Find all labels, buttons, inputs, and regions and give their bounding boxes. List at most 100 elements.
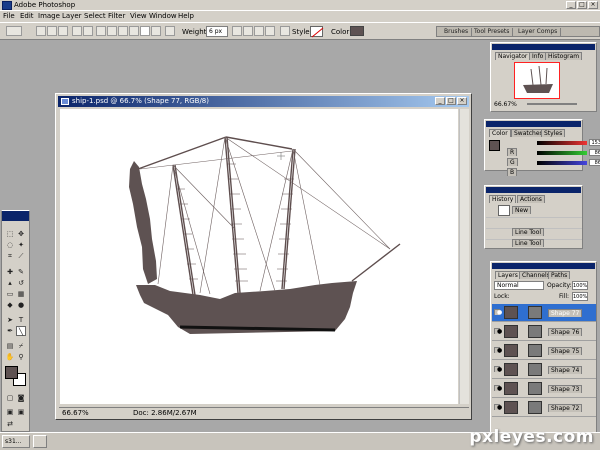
- navigator-thumbnail[interactable]: [514, 62, 560, 99]
- menu-filter[interactable]: Filter: [108, 12, 125, 20]
- freeform-pen-icon[interactable]: [83, 26, 93, 36]
- type-icon[interactable]: T: [16, 315, 26, 325]
- doc-close-button[interactable]: ×: [457, 97, 467, 105]
- channel-b-slider[interactable]: [537, 161, 587, 165]
- custom-shape-icon[interactable]: [151, 26, 161, 36]
- channel-r-slider[interactable]: [537, 141, 587, 145]
- minimize-button[interactable]: _: [566, 1, 576, 9]
- history-item[interactable]: Line Tool: [486, 219, 582, 236]
- tab-histogram[interactable]: Histogram: [545, 52, 583, 60]
- tab-actions[interactable]: Actions: [517, 195, 545, 203]
- tab-layer-comps[interactable]: Layer Comps: [515, 28, 562, 37]
- layer-row[interactable]: ● Shape 76: [492, 323, 596, 341]
- menu-image[interactable]: Image: [38, 12, 60, 20]
- zoom-icon[interactable]: ⚲: [16, 352, 26, 362]
- screen-mode-standard-icon[interactable]: ▣: [5, 407, 15, 417]
- layer-row[interactable]: ● Shape 75: [492, 342, 596, 360]
- combine-add-icon[interactable]: [232, 26, 242, 36]
- tab-color[interactable]: Color: [489, 129, 511, 137]
- shape-layers-icon[interactable]: [36, 26, 46, 36]
- maximize-button[interactable]: □: [577, 1, 587, 9]
- fill-input[interactable]: 100%: [572, 292, 588, 301]
- combine-intersect-icon[interactable]: [254, 26, 264, 36]
- foreground-color-swatch[interactable]: [5, 366, 18, 379]
- opacity-input[interactable]: 100%: [572, 281, 588, 290]
- slice-icon[interactable]: ⟋: [16, 251, 26, 261]
- panel-header[interactable]: [492, 44, 595, 50]
- tab-paths[interactable]: Paths: [548, 271, 571, 279]
- menu-help[interactable]: Help: [178, 12, 194, 20]
- tab-styles[interactable]: Styles: [541, 129, 566, 137]
- doc-maximize-button[interactable]: □: [446, 97, 456, 105]
- layer-row[interactable]: ● Shape 77: [492, 304, 596, 322]
- jump-to-imageready-icon[interactable]: ⇄: [5, 419, 15, 429]
- dodge-icon[interactable]: ●: [16, 300, 26, 310]
- line-tool-preset-icon[interactable]: [6, 26, 22, 36]
- color-swatch[interactable]: [350, 26, 364, 36]
- geometry-options-icon[interactable]: [165, 26, 175, 36]
- crop-icon[interactable]: ⌗: [5, 251, 15, 261]
- quick-mask-icon[interactable]: ◙: [16, 393, 26, 403]
- eye-icon[interactable]: ●: [494, 347, 502, 354]
- tab-tool-presets[interactable]: Tool Presets: [471, 28, 514, 37]
- tab-info[interactable]: Info: [529, 52, 547, 60]
- layer-row[interactable]: ● Shape 73: [492, 380, 596, 398]
- menu-edit[interactable]: Edit: [20, 12, 34, 20]
- standard-mode-icon[interactable]: ▢: [5, 393, 15, 403]
- menu-file[interactable]: File: [3, 12, 15, 20]
- zoom-level[interactable]: 66.67%: [62, 409, 89, 417]
- eye-icon[interactable]: ●: [494, 309, 502, 316]
- paths-icon[interactable]: [47, 26, 57, 36]
- healing-icon[interactable]: ✚: [5, 267, 15, 277]
- brush-icon[interactable]: ✎: [16, 267, 26, 277]
- blur-icon[interactable]: ◆: [5, 300, 15, 310]
- taskbar-item[interactable]: s31...: [2, 435, 30, 448]
- gradient-icon[interactable]: ▦: [16, 289, 26, 299]
- menu-layer[interactable]: Layer: [62, 12, 82, 20]
- navigator-zoom[interactable]: 66.67%: [494, 101, 517, 108]
- eye-icon[interactable]: ●: [494, 385, 502, 392]
- link-icon[interactable]: [280, 26, 290, 36]
- vertical-scrollbar[interactable]: [459, 109, 469, 404]
- close-button[interactable]: ×: [588, 1, 598, 9]
- channel-g-slider[interactable]: [537, 151, 587, 155]
- panel-header[interactable]: [492, 263, 595, 269]
- history-item[interactable]: Line Tool: [486, 230, 582, 247]
- blend-mode-select[interactable]: Normal: [494, 281, 544, 290]
- line-icon[interactable]: [140, 26, 150, 36]
- channel-g-value[interactable]: 86: [589, 149, 600, 156]
- path-selection-icon[interactable]: ➤: [5, 315, 15, 325]
- taskbar-item[interactable]: [33, 435, 47, 448]
- doc-minimize-button[interactable]: _: [435, 97, 445, 105]
- polygon-icon[interactable]: [129, 26, 139, 36]
- tab-navigator[interactable]: Navigator: [495, 52, 531, 60]
- combine-subtract-icon[interactable]: [243, 26, 253, 36]
- panel-header[interactable]: [486, 187, 581, 193]
- tab-brushes[interactable]: Brushes: [441, 28, 473, 37]
- channel-r-value[interactable]: 153: [589, 139, 600, 146]
- menu-window[interactable]: Window: [149, 12, 177, 20]
- move-icon[interactable]: ✥: [16, 229, 26, 239]
- fill-pixels-icon[interactable]: [58, 26, 68, 36]
- eye-icon[interactable]: ●: [494, 404, 502, 411]
- pen-icon[interactable]: [72, 26, 82, 36]
- marquee-icon[interactable]: ⬚: [5, 229, 15, 239]
- toolbox-header[interactable]: [2, 211, 29, 221]
- magic-wand-icon[interactable]: ✦: [16, 240, 26, 250]
- document-titlebar[interactable]: ship-1.psd @ 66.7% (Shape 77, RGB/8) _ □…: [58, 96, 469, 107]
- eye-icon[interactable]: ●: [494, 366, 502, 373]
- ellipse-icon[interactable]: [118, 26, 128, 36]
- eyedropper-icon[interactable]: ⌿: [16, 341, 26, 351]
- style-picker[interactable]: [310, 26, 324, 38]
- notes-icon[interactable]: ▤: [5, 341, 15, 351]
- layer-row[interactable]: ● Shape 72: [492, 399, 596, 417]
- hand-icon[interactable]: ✋: [5, 352, 15, 362]
- tab-layers[interactable]: Layers: [495, 271, 521, 279]
- panel-header[interactable]: [486, 121, 581, 127]
- pen-tool-icon[interactable]: ✒: [5, 326, 15, 336]
- stamp-icon[interactable]: ▴: [5, 278, 15, 288]
- tab-history[interactable]: History: [489, 195, 517, 203]
- rounded-rectangle-icon[interactable]: [107, 26, 117, 36]
- screen-mode-full-icon[interactable]: ▣: [16, 407, 26, 417]
- color-fg-swatch[interactable]: [489, 140, 500, 151]
